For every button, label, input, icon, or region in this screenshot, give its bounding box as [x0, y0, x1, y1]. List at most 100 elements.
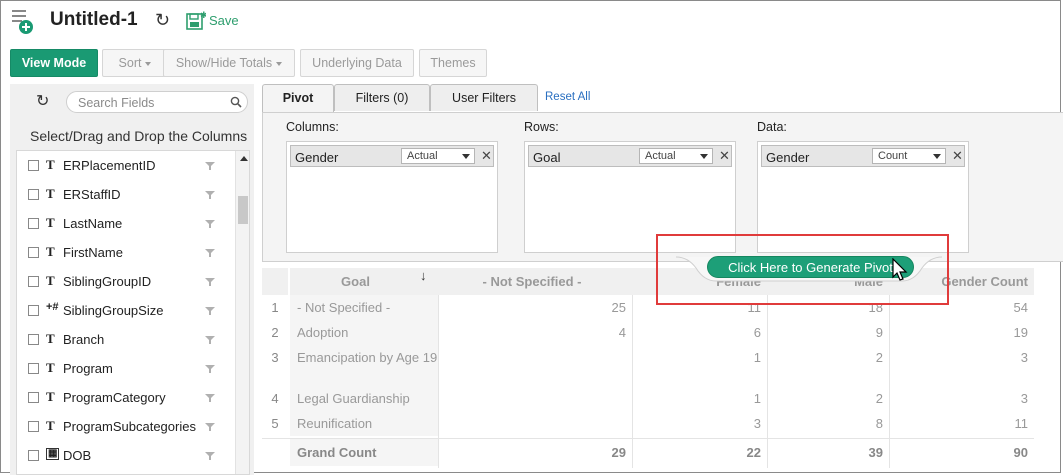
chevron-down-icon — [145, 61, 152, 66]
underlying-data-button[interactable]: Underlying Data — [300, 49, 414, 77]
filter-icon[interactable] — [205, 306, 215, 316]
chevron-down-icon — [933, 154, 941, 159]
tab-user-filters[interactable]: User Filters — [430, 84, 538, 111]
rows-field-name: Goal — [533, 150, 561, 165]
grand-total-value: 22 — [746, 445, 761, 460]
scroll-thumb[interactable] — [238, 196, 248, 224]
date-type-icon: ▦ — [46, 448, 60, 460]
field-checkbox[interactable] — [28, 160, 39, 171]
goal-cell: - Not Specified - — [290, 295, 438, 320]
reset-all-link[interactable]: Reset All — [545, 91, 590, 103]
filter-icon[interactable] — [205, 248, 215, 258]
number-type-icon: +# — [46, 301, 59, 313]
goal-cell: Adoption — [290, 320, 438, 345]
data-agg-select[interactable]: Count — [872, 148, 946, 164]
row-number: 5 — [271, 416, 279, 431]
grand-total-value: 90 — [1013, 445, 1028, 460]
rows-agg-select[interactable]: Actual — [639, 148, 713, 164]
field-item[interactable]: T ProgramCategory — [17, 383, 235, 412]
show-hide-totals-label: Show/Hide Totals — [175, 56, 273, 70]
rows-field-chip[interactable]: Goal Actual ✕ — [528, 145, 732, 167]
table-row: 5 Reunification 3 8 11 — [262, 411, 1034, 436]
filter-icon[interactable] — [205, 422, 215, 432]
filter-icon[interactable] — [205, 161, 215, 171]
close-icon[interactable]: ✕ — [719, 148, 730, 164]
tab-filters[interactable]: Filters (0) — [334, 84, 430, 111]
chevron-down-icon — [700, 154, 708, 159]
field-checkbox[interactable] — [28, 392, 39, 403]
field-checkbox[interactable] — [28, 218, 39, 229]
row-number-empty — [262, 439, 288, 466]
columns-label: Columns: — [286, 120, 339, 134]
goal-cell: Reunification — [290, 411, 438, 436]
show-hide-totals-button[interactable]: Show/Hide Totals — [163, 49, 295, 77]
scroll-up-icon[interactable] — [240, 156, 248, 161]
value-cell: 4 — [618, 325, 626, 340]
value-cell: 1 — [753, 350, 761, 365]
grand-total-value: 29 — [611, 445, 626, 460]
goal-cell: Legal Guardianship — [290, 386, 438, 411]
columns-field-chip[interactable]: Gender Actual ✕ — [290, 145, 494, 167]
field-checkbox[interactable] — [28, 450, 39, 461]
field-name: ProgramCategory — [63, 390, 166, 405]
fields-heading: Select/Drag and Drop the Columns — [30, 128, 248, 144]
field-name: FirstName — [63, 245, 123, 260]
field-checkbox[interactable] — [28, 189, 39, 200]
search-icon[interactable] — [230, 96, 242, 108]
columns-agg-select[interactable]: Actual — [401, 148, 475, 164]
field-checkbox[interactable] — [28, 363, 39, 374]
field-item[interactable]: +# SiblingGroupSize — [17, 296, 235, 325]
field-item[interactable]: T Program — [17, 354, 235, 383]
field-item[interactable]: T LastName — [17, 209, 235, 238]
filter-icon[interactable] — [205, 190, 215, 200]
sort-button[interactable]: Sort — [102, 49, 168, 77]
field-name: LastName — [63, 216, 123, 231]
value-cell: 2 — [875, 391, 883, 406]
columns-dropzone[interactable]: Gender Actual ✕ — [286, 141, 498, 253]
data-field-name: Gender — [766, 150, 810, 165]
sort-label: Sort — [118, 56, 142, 70]
field-checkbox[interactable] — [28, 276, 39, 287]
filter-icon[interactable] — [205, 335, 215, 345]
field-checkbox[interactable] — [28, 305, 39, 316]
field-item[interactable]: T FirstName — [17, 238, 235, 267]
close-icon[interactable]: ✕ — [481, 148, 492, 164]
field-name: SiblingGroupSize — [63, 303, 164, 318]
table-row: 3 Emancipation by Age 19 1 2 3 — [262, 345, 1034, 386]
view-mode-button[interactable]: View Mode — [10, 49, 98, 77]
save-button[interactable]: Save — [209, 13, 239, 28]
close-icon[interactable]: ✕ — [952, 148, 963, 164]
data-field-chip[interactable]: Gender Count ✕ — [761, 145, 965, 167]
refresh-fields-icon[interactable]: ↻ — [36, 91, 49, 111]
filter-icon[interactable] — [205, 364, 215, 374]
search-input[interactable] — [76, 95, 230, 111]
field-name: SiblingGroupID — [63, 274, 152, 289]
themes-button[interactable]: Themes — [419, 49, 487, 77]
tab-pivot[interactable]: Pivot — [262, 84, 334, 113]
field-item[interactable]: ▦ DOB — [17, 441, 235, 470]
field-item[interactable]: T SiblingGroupID — [17, 267, 235, 296]
filter-icon[interactable] — [205, 451, 215, 461]
value-cell: 6 — [753, 325, 761, 340]
add-report-icon[interactable] — [10, 7, 34, 35]
field-item[interactable]: T Branch — [17, 325, 235, 354]
field-list-scrollbar[interactable] — [235, 151, 249, 474]
tab-bar: Pivot Filters (0) User Filters Reset All — [262, 84, 1063, 113]
filter-icon[interactable] — [205, 393, 215, 403]
columns-field-name: Gender — [295, 150, 339, 165]
field-checkbox[interactable] — [28, 334, 39, 345]
search-box — [66, 91, 248, 113]
grand-total-row: Grand Count 29 22 39 90 — [262, 438, 1034, 466]
grand-total-value: 39 — [868, 445, 883, 460]
filter-icon[interactable] — [205, 219, 215, 229]
filter-icon[interactable] — [205, 277, 215, 287]
field-item[interactable]: T ProgramSubcategories — [17, 412, 235, 441]
field-checkbox[interactable] — [28, 421, 39, 432]
refresh-icon[interactable]: ↻ — [155, 10, 170, 31]
field-checkbox[interactable] — [28, 247, 39, 258]
save-icon[interactable]: ✱ — [186, 10, 206, 30]
value-cell: 11 — [1014, 416, 1029, 431]
field-item[interactable]: T ERStaffID — [17, 180, 235, 209]
row-number: 3 — [271, 350, 279, 365]
field-item[interactable]: T ERPlacementID — [17, 151, 235, 180]
